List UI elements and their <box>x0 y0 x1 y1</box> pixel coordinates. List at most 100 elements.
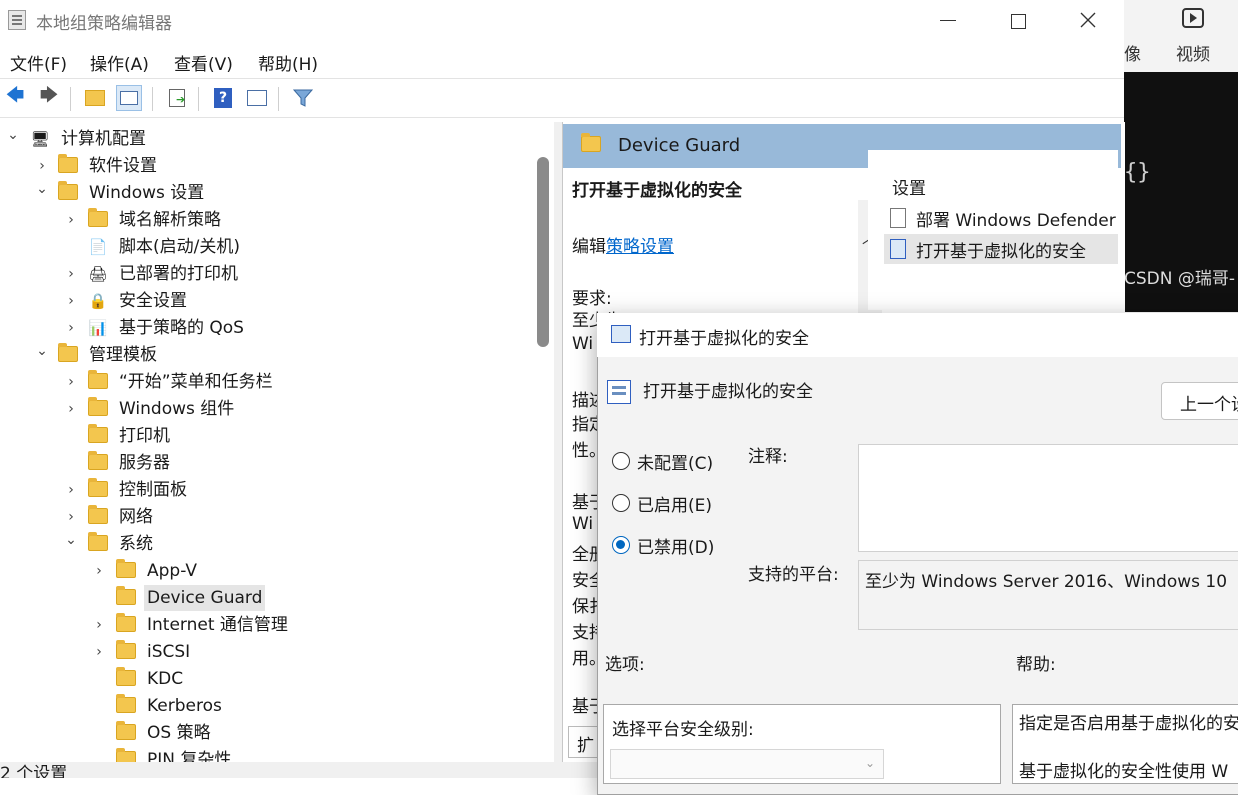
pane-splitter[interactable] <box>554 122 562 762</box>
menu-view[interactable]: 查看(V) <box>174 50 233 75</box>
tree-item[interactable]: 打印机 <box>0 423 530 449</box>
tree-item[interactable]: PIN 复杂性 <box>0 747 530 762</box>
chevron-down-icon: ⌄ <box>864 756 875 770</box>
chevron-right-icon[interactable]: › <box>64 288 78 314</box>
computer-icon: 🖥 <box>30 130 50 148</box>
chevron-right-icon[interactable]: › <box>64 369 78 395</box>
chevron-right-icon[interactable]: › <box>64 261 78 287</box>
chevron-right-icon[interactable]: › <box>64 207 78 233</box>
tree-item[interactable]: › 控制面板 <box>0 477 530 503</box>
tree-item[interactable]: › 域名解析策略 <box>0 207 530 233</box>
show-hide-tree-icon[interactable] <box>116 85 142 111</box>
platform-security-level-select[interactable]: ⌄ <box>610 749 884 779</box>
tree-item[interactable]: OS 策略 <box>0 720 530 746</box>
maximize-icon[interactable] <box>998 6 1038 36</box>
up-folder-icon[interactable] <box>82 85 108 111</box>
folder-icon <box>116 721 136 740</box>
tree-item-label: 系统 <box>119 534 153 554</box>
previous-setting-button[interactable]: 上一个设置 <box>1161 382 1238 420</box>
tree-item[interactable]: › 📊 基于策略的 QoS <box>0 315 530 341</box>
tree-item[interactable]: › 网络 <box>0 504 530 530</box>
tree-item[interactable]: KDC <box>0 666 530 692</box>
chevron-down-icon[interactable]: ⌄ <box>6 122 20 148</box>
menu-help[interactable]: 帮助(H) <box>258 50 318 75</box>
tree-item[interactable]: ⌄ 系统 <box>0 531 530 557</box>
tree-item[interactable]: › Windows 组件 <box>0 396 530 422</box>
help-icon[interactable]: ? <box>210 85 236 111</box>
options-label: 选项: <box>605 655 645 675</box>
toolbar: 🡄 🡆 ➔ ? <box>0 78 1124 118</box>
policy-title: 打开基于虚拟化的安全 <box>572 181 742 201</box>
radio-enabled[interactable] <box>612 494 630 512</box>
previous-setting-label: 上一个设置 <box>1180 395 1238 415</box>
tree-item-label: 服务器 <box>119 453 170 473</box>
chevron-right-icon[interactable]: › <box>64 315 78 341</box>
tree-scrollbar-thumb[interactable] <box>537 157 549 347</box>
settings-item[interactable]: 打开基于虚拟化的安全 <box>884 234 1118 264</box>
chevron-right-icon[interactable]: › <box>64 396 78 422</box>
tree-item[interactable]: ⌄ 管理模板 <box>0 342 530 368</box>
folder-icon <box>116 694 136 713</box>
radio-disabled-label[interactable]: 已禁用(D) <box>637 533 714 558</box>
menu-file[interactable]: 文件(F) <box>10 50 67 75</box>
folder-icon <box>116 559 136 578</box>
chevron-down-icon[interactable]: ⌄ <box>64 527 78 553</box>
toolbar-separator <box>198 87 199 111</box>
settings-item[interactable]: 部署 Windows Defender 应用程序控制 <box>884 204 1118 232</box>
close-icon[interactable] <box>1068 6 1108 36</box>
folder-icon <box>58 181 78 200</box>
settings-column-header[interactable]: 设置 <box>892 174 926 199</box>
chevron-right-icon[interactable]: › <box>92 612 106 638</box>
folder-icon <box>88 451 108 470</box>
tree-item[interactable]: 服务器 <box>0 450 530 476</box>
chevron-down-icon[interactable]: ⌄ <box>35 338 49 364</box>
tree-item[interactable]: Device Guard <box>0 585 530 611</box>
tree-item[interactable]: › Internet 通信管理 <box>0 612 530 638</box>
video-label[interactable]: 视频 <box>1176 40 1210 65</box>
chevron-right-icon[interactable]: › <box>92 639 106 665</box>
radio-not-configured-label[interactable]: 未配置(C) <box>637 449 713 474</box>
settings-item-label: 部署 Windows Defender 应用程序控制 <box>916 211 1118 231</box>
export-list-icon[interactable]: ➔ <box>164 85 190 111</box>
tree-item-label: Windows 组件 <box>119 399 235 419</box>
tree-item-label: PIN 复杂性 <box>147 750 232 762</box>
background-app-content: {} CSDN @瑞哥- <box>1124 72 1238 312</box>
chevron-right-icon[interactable]: › <box>92 558 106 584</box>
tree-item[interactable]: › 🖨 已部署的打印机 <box>0 261 530 287</box>
dialog-subtitle: 打开基于虚拟化的安全 <box>643 382 813 402</box>
properties-icon[interactable] <box>244 85 270 111</box>
folder-icon <box>88 208 108 227</box>
tree-item[interactable]: › iSCSI <box>0 639 530 665</box>
tree-item[interactable]: Kerberos <box>0 693 530 719</box>
body-line: Wi <box>572 514 594 534</box>
platform-field: 至少为 Windows Server 2016、Windows 10 <box>858 560 1238 630</box>
radio-disabled[interactable] <box>612 536 630 554</box>
folder-icon <box>88 397 108 416</box>
comment-field[interactable] <box>858 444 1238 552</box>
background-app-label: 像 <box>1124 45 1141 65</box>
tree-item[interactable]: ⌄ Windows 设置 <box>0 180 530 206</box>
forward-arrow-icon[interactable]: 🡆 <box>36 85 62 111</box>
policy-setting-icon <box>890 208 906 228</box>
tree-item[interactable]: 📄 脚本(启动/关机) <box>0 234 530 260</box>
filter-icon[interactable] <box>290 85 316 111</box>
help-label: 帮助: <box>1016 655 1056 675</box>
edit-policy-link[interactable]: 策略设置 <box>606 237 674 257</box>
platform-security-level-label: 选择平台安全级别: <box>612 720 754 740</box>
folder-icon <box>88 370 108 389</box>
chevron-right-icon[interactable]: › <box>64 477 78 503</box>
tree-item[interactable]: › 🔒 安全设置 <box>0 288 530 314</box>
tree-item[interactable]: › 软件设置 <box>0 153 530 179</box>
back-arrow-icon[interactable]: 🡄 <box>2 85 28 111</box>
tree-item[interactable]: › App-V <box>0 558 530 584</box>
settings-list: 设置 部署 Windows Defender 应用程序控制 打开基于虚拟化的安全 <box>868 150 1118 310</box>
tree-item[interactable]: ⌄ 🖥 计算机配置 <box>0 126 530 152</box>
chevron-down-icon[interactable]: ⌄ <box>35 176 49 202</box>
folder-icon <box>58 154 78 173</box>
minimize-icon[interactable] <box>928 6 968 36</box>
radio-enabled-label[interactable]: 已启用(E) <box>637 491 712 516</box>
tab-extended-label: 扩 <box>577 736 594 756</box>
menu-action[interactable]: 操作(A) <box>90 50 149 75</box>
tree-item[interactable]: › “开始”菜单和任务栏 <box>0 369 530 395</box>
radio-not-configured[interactable] <box>612 452 630 470</box>
